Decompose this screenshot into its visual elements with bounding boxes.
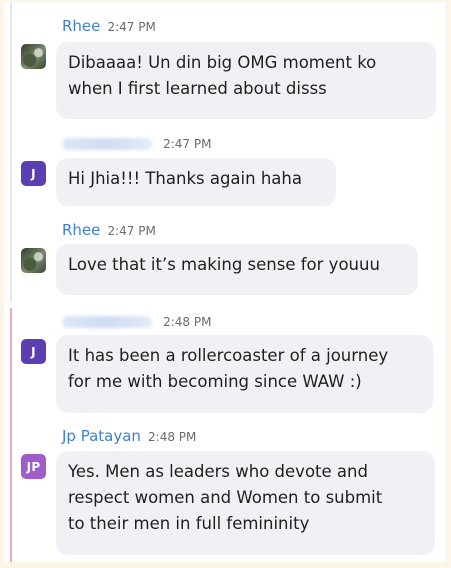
chat-panel: Rhee 2:47 PM Dibaaaa! Un din big OMG mom… <box>4 2 445 562</box>
message-header: Jp Patayan 2:48 PM <box>62 427 196 446</box>
avatar-initials: JP <box>26 459 41 474</box>
message-header: 2:47 PM <box>62 134 211 153</box>
sender-name-redacted <box>62 137 152 150</box>
message-header: Rhee 2:47 PM <box>62 221 156 240</box>
message-bubble[interactable]: Dibaaaa! Un din big OMG moment ko when I… <box>56 42 436 119</box>
sender-name[interactable]: Rhee <box>62 221 100 239</box>
message-time: 2:48 PM <box>148 430 197 444</box>
sender-name[interactable]: Jp Patayan <box>62 427 141 445</box>
avatar[interactable]: J <box>21 161 46 186</box>
message-bubble[interactable]: It has been a rollercoaster of a journey… <box>56 335 433 413</box>
avatar-initials: J <box>31 344 36 359</box>
message-line: respect women and Women to submit <box>68 488 383 507</box>
message-line: It has been a rollercoaster of a journey <box>68 346 389 365</box>
avatar[interactable] <box>21 248 46 273</box>
message-header: Rhee 2:47 PM <box>62 17 156 36</box>
avatar[interactable]: JP <box>21 454 46 479</box>
message-bubble[interactable]: Hi Jhia!!! Thanks again haha <box>56 158 336 206</box>
message-header: 2:48 PM <box>62 312 211 331</box>
message-line: Yes. Men as leaders who devote and <box>68 462 368 481</box>
message-time: 2:47 PM <box>107 20 156 34</box>
avatar-initials: J <box>31 166 36 181</box>
message-line: Love that it’s making sense for youuu <box>68 255 380 274</box>
message-time: 2:47 PM <box>163 137 212 151</box>
message-bubble[interactable]: Love that it’s making sense for youuu <box>56 244 418 295</box>
sender-name[interactable]: Rhee <box>62 17 100 35</box>
message-bubble[interactable]: Yes. Men as leaders who devote and respe… <box>56 451 435 555</box>
message-line: Hi Jhia!!! Thanks again haha <box>68 169 302 188</box>
message-time: 2:47 PM <box>107 224 156 238</box>
message-time: 2:48 PM <box>163 315 212 329</box>
thread-rail <box>10 2 12 302</box>
avatar[interactable]: J <box>21 339 46 364</box>
message-line: to their men in full femininity <box>68 514 310 533</box>
message-line: when I first learned about disss <box>68 79 327 98</box>
avatar[interactable] <box>21 44 46 69</box>
unread-rail <box>10 308 12 562</box>
sender-name-redacted <box>62 315 152 328</box>
message-line: for me with becoming since WAW :) <box>68 372 362 391</box>
message-line: Dibaaaa! Un din big OMG moment ko <box>68 53 377 72</box>
